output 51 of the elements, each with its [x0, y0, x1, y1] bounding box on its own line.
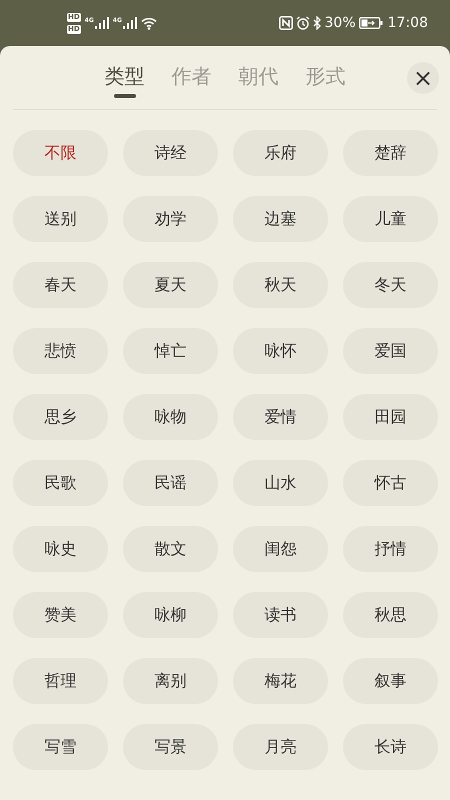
option-chip[interactable]: 民歌 — [13, 460, 108, 506]
option-chip[interactable]: 赞美 — [13, 592, 108, 638]
option-chip[interactable]: 怀古 — [343, 460, 438, 506]
option-chip[interactable]: 诗经 — [123, 130, 218, 176]
close-button[interactable]: × — [407, 62, 439, 94]
option-chip[interactable]: 咏物 — [123, 394, 218, 440]
option-chip[interactable]: 悲愤 — [13, 328, 108, 374]
option-chip[interactable]: 楚辞 — [343, 130, 438, 176]
option-chip[interactable]: 散文 — [123, 526, 218, 572]
option-chip[interactable]: 冬天 — [343, 262, 438, 308]
option-chip[interactable]: 闺怨 — [233, 526, 328, 572]
option-chip[interactable]: 咏怀 — [233, 328, 328, 374]
option-chip[interactable]: 长诗 — [343, 724, 438, 770]
category-tab[interactable]: 类型 — [104, 55, 144, 100]
option-chip[interactable]: 写雪 — [13, 724, 108, 770]
wifi-icon — [140, 16, 157, 30]
battery-percent: 30% — [324, 15, 356, 31]
option-chip[interactable]: 山水 — [233, 460, 328, 506]
signal-icon — [94, 17, 109, 29]
nfc-icon — [278, 16, 293, 30]
option-chip[interactable]: 儿童 — [343, 196, 438, 242]
option-chip[interactable]: 劝学 — [123, 196, 218, 242]
option-chip[interactable]: 咏柳 — [123, 592, 218, 638]
clock-time: 17:08 — [388, 15, 428, 31]
option-chip[interactable]: 春天 — [13, 262, 108, 308]
alarm-icon — [296, 16, 310, 30]
option-chip[interactable]: 边塞 — [233, 196, 328, 242]
option-chip[interactable]: 秋思 — [343, 592, 438, 638]
option-chip[interactable]: 乐府 — [233, 130, 328, 176]
battery-icon — [358, 17, 383, 29]
option-chip[interactable]: 月亮 — [233, 724, 328, 770]
option-chip[interactable]: 离别 — [123, 658, 218, 704]
option-chip[interactable]: 夏天 — [123, 262, 218, 308]
option-chip[interactable]: 哲理 — [13, 658, 108, 704]
signal-icon — [122, 17, 137, 29]
option-chip[interactable]: 抒情 — [343, 526, 438, 572]
option-chip[interactable]: 不限 — [13, 130, 108, 176]
option-chip[interactable]: 叙事 — [343, 658, 438, 704]
option-chip[interactable]: 秋天 — [233, 262, 328, 308]
option-chip[interactable]: 爱情 — [233, 394, 328, 440]
option-chip[interactable]: 民谣 — [123, 460, 218, 506]
option-chip[interactable]: 思乡 — [13, 394, 108, 440]
option-chip[interactable]: 田园 — [343, 394, 438, 440]
option-chip[interactable]: 读书 — [233, 592, 328, 638]
option-chip[interactable]: 梅花 — [233, 658, 328, 704]
option-chip[interactable]: 写景 — [123, 724, 218, 770]
option-chip[interactable]: 爱国 — [343, 328, 438, 374]
option-chip[interactable]: 悼亡 — [123, 328, 218, 374]
option-chip[interactable]: 送别 — [13, 196, 108, 242]
bluetooth-icon — [312, 16, 322, 30]
option-chip[interactable]: 咏史 — [13, 526, 108, 572]
